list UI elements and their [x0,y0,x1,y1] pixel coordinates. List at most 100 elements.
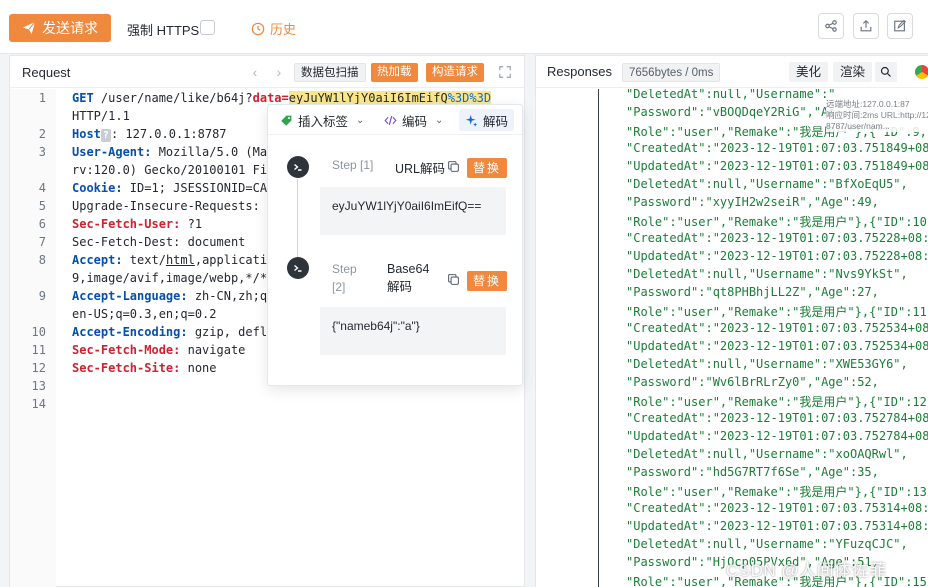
response-line: "Password":"vBOQDqeY2RiG","Ag [626,105,836,119]
terminal-icon [287,257,309,279]
code-line[interactable]: Sec-Fetch-Mode: navigate [72,343,245,357]
code-line[interactable]: Cookie: ID=1; JSESSIONID=CA [72,181,267,195]
code-token: gzip, defl [187,325,268,339]
response-line: "DeletedAt":null,"Username":"xoOAQRwl", [626,447,908,461]
search-icon [880,66,891,77]
response-line: "CreatedAt":"2023-12-19T01:07:03.751849+… [626,141,928,155]
help-badge[interactable]: ? [100,129,111,142]
step-2-output[interactable]: {"nameb64j":"a"} [320,307,506,355]
request-title: Request [22,65,71,80]
code-line[interactable]: GET /user/name/like/b64j?data=eyJuYW1lYj… [72,91,492,105]
step-connector [297,179,298,257]
code-token: Cookie: [72,181,123,195]
line-number: 9 [38,289,46,303]
code-line[interactable]: Host?: 127.0.0.1:8787 [72,127,227,142]
share-button[interactable] [818,13,844,39]
build-request-button[interactable]: 构造请求 [426,63,484,82]
expand-icon[interactable] [498,65,512,79]
response-size-badge: 7656bytes / 0ms [622,63,721,82]
code-line[interactable]: HTTP/1.1 [72,109,130,123]
code-line[interactable]: 9,image/avif,image/webp,*/* [72,271,267,285]
line-number: 8 [38,253,46,267]
watermark: CSDN @人间体佐菲 [726,561,887,580]
encode-tab[interactable]: 编码 ⌄ [378,109,449,131]
code-icon [384,115,397,125]
request-header: Request ‹ › 数据包扫描 热加载 构造请求 [10,56,524,88]
line-number: 13 [31,379,46,393]
response-tooltip: 远端地址:127.0.0.1:87 响应时间:2ms URL:http://12… [826,99,928,132]
send-request-button[interactable]: 发送请求 [9,14,111,42]
code-line[interactable]: Upgrade-Insecure-Requests: [72,199,260,213]
tooltip-line: 远端地址:127.0.0.1:87 [826,99,910,109]
hot-load-button[interactable]: 热加载 [371,63,418,82]
search-button[interactable] [875,62,897,82]
decode-popover: 插入标签 ⌄ 编码 ⌄ 解码 Step [1] URL解码 替换 eyJuYW1… [267,104,523,386]
popover-tabs: 插入标签 ⌄ 编码 ⌄ 解码 [268,105,522,135]
code-token: Host [72,127,101,141]
responses-title: Responses [547,64,613,79]
upload-icon [860,19,872,32]
response-line: "Role":"user","Remake":"我是用户"},{"ID":12 [626,395,927,409]
code-token: : 127.0.0.1:8787 [110,127,227,141]
code-line[interactable]: rv:120.0) Gecko/20100101 Fi [72,163,267,177]
step-2-replace-button[interactable]: 替换 [467,271,507,291]
line-number: 11 [31,343,46,357]
code-line[interactable]: Sec-Fetch-User: ?1 [72,217,202,231]
code-token: Accept: [72,253,123,267]
beautify-button[interactable]: 美化 [789,62,829,82]
export-button[interactable] [853,13,879,39]
step-1-name: URL解码 [395,162,446,176]
responses-header: Responses 7656bytes / 0ms 美化 渲染 [536,56,928,88]
line-number: 6 [38,217,46,231]
step-1-output[interactable]: eyJuYW1lYjY0aiI6ImEifQ== [320,187,506,235]
next-arrow-icon[interactable]: › [272,64,286,80]
response-fold-line [598,89,599,587]
top-toolbar: 发送请求 强制 HTTPS 历史 [0,0,928,54]
app-window: 发送请求 强制 HTTPS 历史 Request ‹ › 数据包扫描 热加载 构… [0,0,928,587]
code-line[interactable]: User-Agent: Mozilla/5.0 (Ma [72,145,267,159]
line-number: 5 [38,199,46,213]
copy-icon[interactable] [447,160,460,173]
code-line[interactable]: Sec-Fetch-Dest: document [72,235,245,249]
tooltip-line: 响应时间:2ms URL:http://12 [826,110,928,120]
insert-tag-tab[interactable]: 插入标签 ⌄ [274,109,370,131]
code-token: data= [252,91,289,105]
code-token: Accept-Language: [72,289,188,303]
code-token: ID=1; JSESSIONID=CA [122,181,268,195]
code-token: none [180,361,217,375]
code-token: User-Agent: [72,145,152,159]
code-line[interactable]: Accept-Encoding: gzip, defl [72,325,267,339]
render-button[interactable]: 渲染 [833,62,873,82]
code-token: text/ [122,253,166,267]
line-number: 2 [38,127,46,141]
decode-label: 解码 [483,114,509,129]
response-line: "UpdatedAt":"2023-12-19T01:07:03.752784+… [626,429,928,443]
code-token: document [180,235,246,249]
response-line: "Password":"hd5G7RT7f6Se","Age":35, [626,465,879,479]
code-line[interactable]: en-US;q=0.3,en;q=0.2 [72,307,217,321]
step-1-label: Step [1] [332,158,374,172]
response-line: "Password":"qt8PHBhjLL2Z","Age":27, [626,285,879,299]
response-line: "DeletedAt":null,"Username":" [626,89,836,101]
copy-icon[interactable] [447,273,460,286]
edit-button[interactable] [887,13,913,39]
code-line[interactable]: Sec-Fetch-Site: none [72,361,217,375]
code-token: Mozilla/5.0 (Ma [151,145,268,159]
response-line: "DeletedAt":null,"Username":"Nvs9YkSt", [626,267,908,281]
history-button[interactable]: 历史 [251,19,296,38]
response-line: "Role":"user","Remake":"我是用户"},{"ID":13 [626,485,927,499]
force-https-checkbox[interactable] [200,20,215,35]
line-number: 14 [31,397,46,411]
code-line[interactable]: Accept-Language: zh-CN,zh;q [72,289,267,303]
code-token: ?1 [180,217,203,231]
browser-icon[interactable] [915,65,928,79]
history-label: 历史 [270,22,297,37]
code-line[interactable]: Accept: text/html,applicati [72,253,267,267]
response-body[interactable]: "DeletedAt":null,"Username":" "Password":… [536,89,928,587]
step-1-replace-button[interactable]: 替换 [467,158,507,178]
decode-tab[interactable]: 解码 [459,109,515,131]
code-token: Sec-Fetch-Site: [72,361,181,375]
prev-arrow-icon[interactable]: ‹ [248,64,262,80]
chevron-down-icon: ⌄ [356,114,365,126]
packet-scan-button[interactable]: 数据包扫描 [294,63,366,82]
